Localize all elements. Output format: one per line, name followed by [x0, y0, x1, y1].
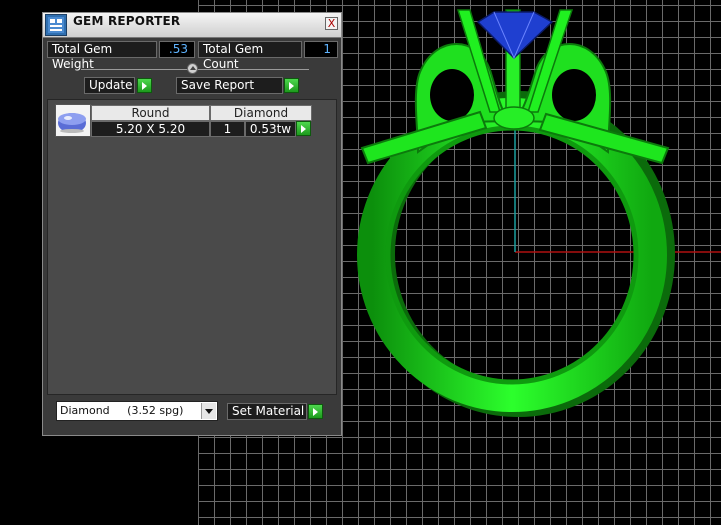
- set-material-button[interactable]: Set Material: [227, 403, 307, 420]
- play-arrow-icon[interactable]: [308, 404, 323, 419]
- gem-count-cell: 1: [210, 121, 245, 137]
- loop-hole-left: [430, 69, 474, 121]
- gem-list[interactable]: Round Diamond 5.20 X 5.20 1 0.53tw: [47, 99, 337, 395]
- total-count-label: Total Gem Count: [198, 41, 302, 71]
- total-count-value: 1: [304, 41, 338, 58]
- play-arrow-icon[interactable]: [296, 121, 311, 136]
- gem-stone: [476, 11, 554, 60]
- panel-title: GEM REPORTER: [73, 14, 181, 28]
- update-button[interactable]: Update: [84, 77, 135, 94]
- gem-size-cell: 5.20 X 5.20: [91, 121, 210, 137]
- gem-reporter-panel: GEM REPORTER X Total Gem Weight .53 Tota…: [42, 12, 342, 436]
- panel-titlebar[interactable]: GEM REPORTER X: [43, 13, 341, 38]
- play-arrow-icon[interactable]: [284, 78, 299, 93]
- app-icon: [45, 14, 67, 36]
- ring-band-inner: [385, 125, 639, 385]
- loop-hole-right: [552, 69, 596, 121]
- center-bead: [493, 106, 535, 130]
- ring-band: [357, 98, 667, 412]
- play-arrow-icon[interactable]: [137, 78, 152, 93]
- total-weight-value: .53: [159, 41, 195, 58]
- slider-knob-icon[interactable]: [187, 63, 198, 74]
- save-report-button[interactable]: Save Report: [176, 77, 283, 94]
- material-select[interactable]: Diamond (3.52 spg): [56, 401, 218, 421]
- chevron-down-icon[interactable]: [201, 403, 216, 419]
- table-header-material: Diamond: [210, 105, 312, 121]
- table-header-shape: Round: [91, 105, 210, 121]
- material-select-value: Diamond (3.52 spg): [60, 404, 184, 417]
- gem-icon[interactable]: [55, 104, 91, 137]
- gem-weight-cell: 0.53tw: [245, 121, 296, 137]
- close-icon[interactable]: X: [325, 17, 338, 30]
- total-weight-label: Total Gem Weight: [47, 41, 157, 71]
